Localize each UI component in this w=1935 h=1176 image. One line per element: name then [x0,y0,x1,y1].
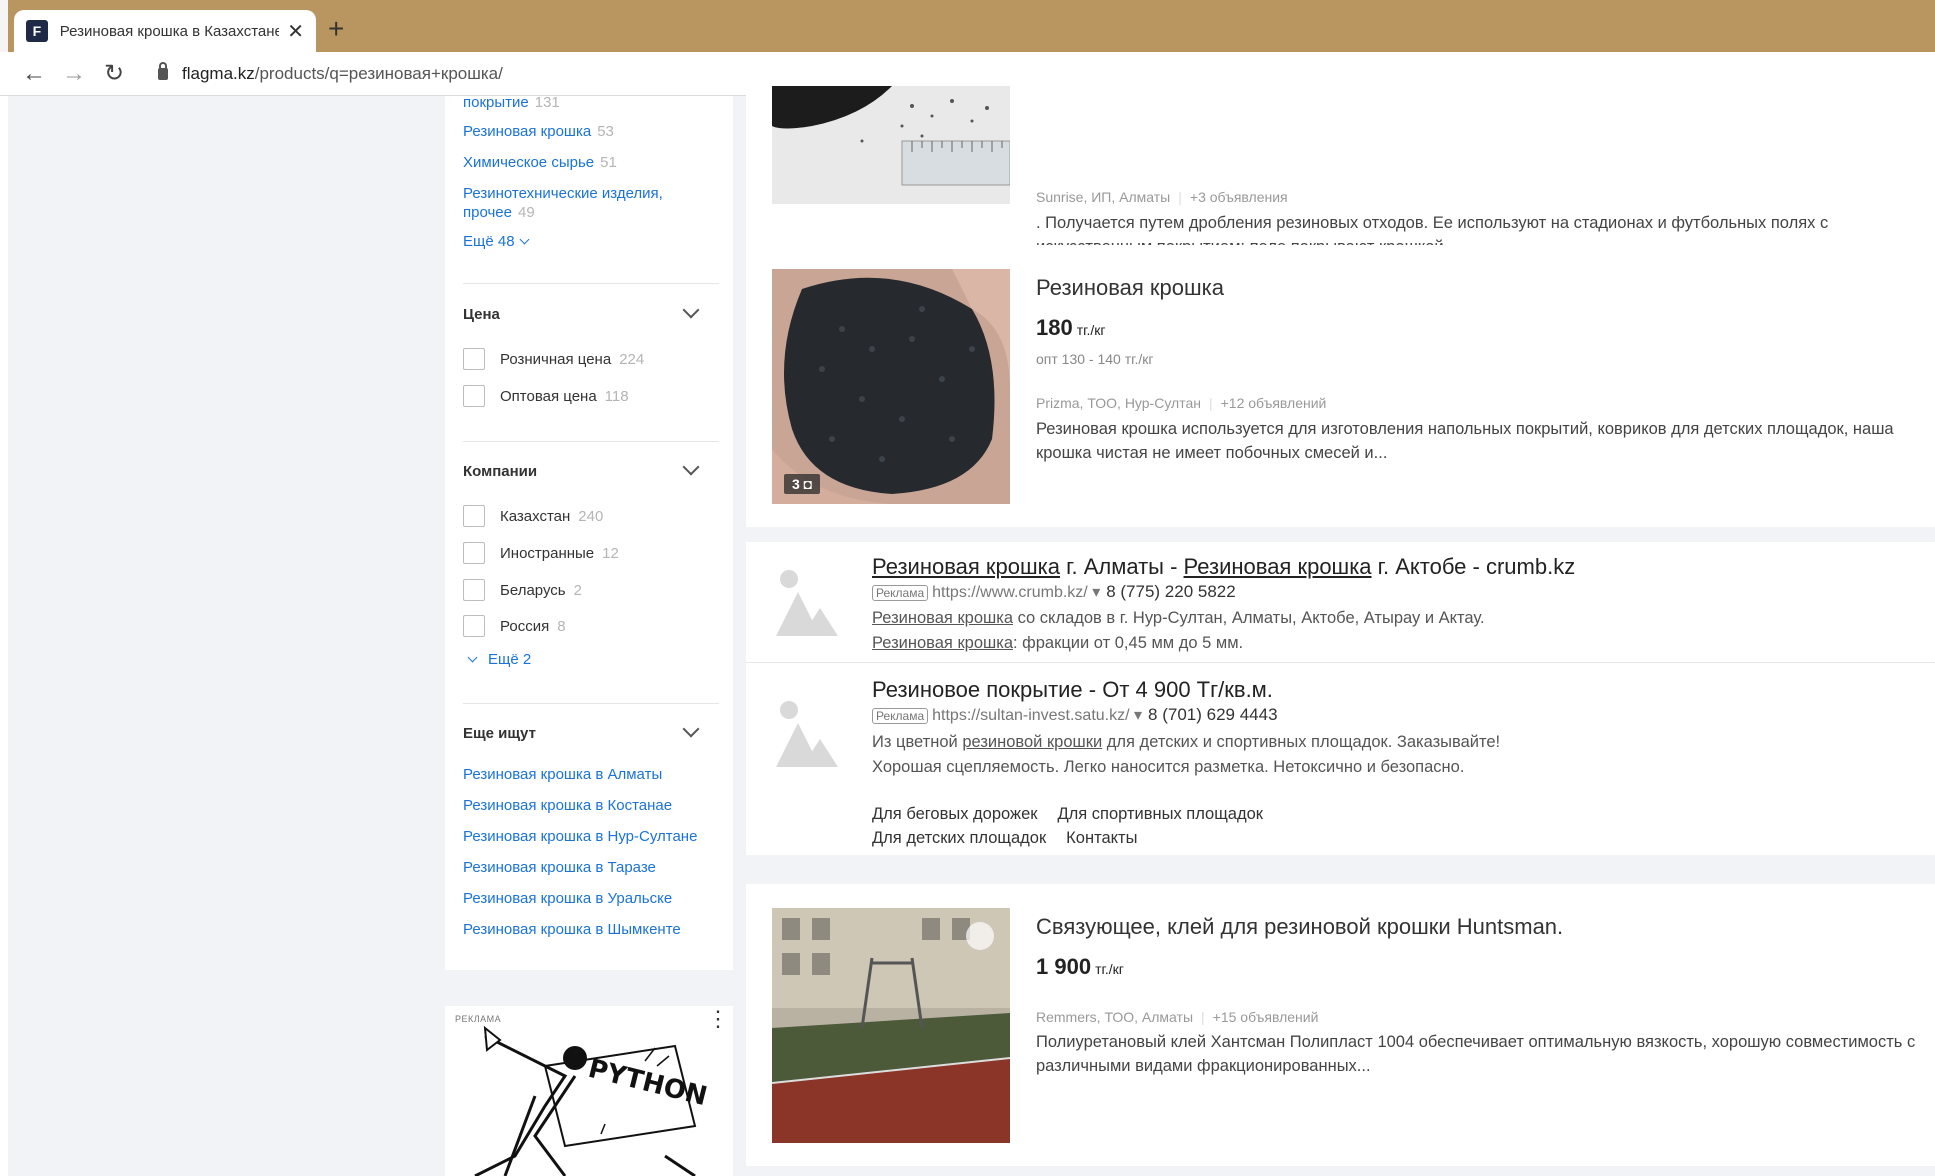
retail-price-checkbox[interactable] [463,348,485,370]
checkbox-label[interactable]: Казахстан 240 [500,508,603,525]
ad-sitelink[interactable]: Для спортивных площадок [1057,805,1263,823]
price-heading[interactable]: Цена [463,306,500,323]
listing-description: Резиновая крошка используется для изгото… [1036,420,1894,462]
ad-url[interactable]: Реклама https://www.crumb.kz/ ▾ 8 (775) 22… [872,582,1236,602]
new-tab-button[interactable]: + [328,14,344,44]
checkbox-label[interactable]: Иностранные 12 [500,545,619,562]
wholesale-price-checkbox[interactable] [463,385,485,407]
ad-text: Из цветной резиновой крошки для детских … [872,733,1501,751]
browser-chrome: F Резиновая крошка в Казахстане ✕ + ← → … [0,0,1935,96]
ad-text: Хорошая сцепляемость. Легко наносится ра… [872,758,1465,776]
seller-info[interactable]: Prizma, ТОО, Нур-Султан | +12 объявлений [1036,395,1326,411]
more-categories-link[interactable]: Ещё 48 [463,233,534,250]
related-search-link[interactable]: Резиновая крошка в Алматы [463,765,662,784]
page-content: покрытие 131 Резиновая крошка 53 Химическо… [0,86,1935,1176]
chevron-down-icon[interactable] [682,720,700,738]
text-ad[interactable]: Резиновая крошка г. Алматы - Резиновая к… [746,542,1935,662]
ad-title-link[interactable]: Резиновое покрытие - От 4 900 Тг/кв.м. [872,677,1273,703]
listing-title[interactable]: Резиновая крошка [1036,275,1224,301]
category-link[interactable]: Химическое сырье 51 [463,153,617,172]
site-favicon-icon: F [26,20,48,42]
url-path: /products/q=резиновая+крошка/ [254,63,503,83]
listing-price: 180 тг./кг [1036,315,1106,340]
listing-card[interactable]: Связующее, клей для резиновой крошки Hun… [746,884,1935,1166]
checkbox-label[interactable]: Беларусь 2 [500,582,582,599]
image-placeholder-icon [776,701,846,771]
russia-checkbox[interactable] [463,615,485,637]
tab-strip: F Резиновая крошка в Казахстане ✕ + [0,0,1935,52]
related-search-link[interactable]: Резиновая крошка в Уральске [463,889,672,908]
belarus-checkbox[interactable] [463,579,485,601]
ad-url[interactable]: Реклама https://sultan-invest.satu.kz/ ▾ 8… [872,705,1278,725]
listing-card[interactable]: 3 ◘ Резиновая крошка 180 тг./кг опт 130 -… [746,245,1935,527]
reload-icon[interactable]: ↻ [94,59,134,88]
checkbox-label[interactable]: Россия 8 [500,618,566,635]
companies-heading[interactable]: Компании [463,463,537,480]
chevron-down-icon[interactable] [682,301,700,319]
chevron-down-icon[interactable] [682,458,700,476]
back-icon[interactable]: ← [14,60,54,88]
filter-sidebar: покрытие 131 Резиновая крошка 53 Химическо… [445,93,733,970]
category-link[interactable]: Резиновая крошка 53 [463,122,614,141]
ad-sitelink[interactable]: Для беговых дорожек [872,805,1037,823]
browser-tab[interactable]: F Резиновая крошка в Казахстане ✕ [14,10,316,52]
address-bar[interactable]: flagma.kz/products/q=резиновая+крошка/ [182,64,503,84]
ad-title-link[interactable]: Резиновая крошка г. Алматы - Резиновая к… [872,554,1575,580]
category-link[interactable]: покрытие 131 [463,93,560,112]
listing-image[interactable]: 3 ◘ [772,269,1010,504]
seller-info[interactable]: Remmers, ТОО, Алматы | +15 объявлений [1036,1009,1318,1025]
image-placeholder-icon [776,570,846,640]
ad-sitelinks-visible: Для беговых дорожек Для спортивных площад… [872,802,1283,850]
seller-info[interactable]: Sunrise, ИП, Алматы | +3 объявления [1036,189,1288,205]
related-search-link[interactable]: Резиновая крошка в Нур-Султане [463,827,697,846]
also-search-heading[interactable]: Еще ищут [463,725,536,742]
listing-image[interactable] [772,86,1010,204]
sidebar-ad-banner[interactable]: РЕКЛАМА ⋮ PYTHON [445,1006,733,1176]
listing-image[interactable] [772,908,1010,1143]
listing-price: 1 900 тг./кг [1036,954,1124,979]
text-ad[interactable]: Резиновое покрытие - От 4 900 Тг/кв.м. Р… [746,663,1935,805]
tab-title: Резиновая крошка в Казахстане [59,22,280,40]
checkbox-label[interactable]: Розничная цена 224 [500,351,644,368]
related-search-link[interactable]: Резиновая крошка в Костанае [463,796,672,815]
kazakhstan-checkbox[interactable] [463,505,485,527]
related-search-link[interactable]: Резиновая крошка в Таразе [463,858,656,877]
photo-count-badge: 3 ◘ [784,474,821,494]
related-search-link[interactable]: Резиновая крошка в Шымкенте [463,920,681,939]
foreign-checkbox[interactable] [463,542,485,564]
close-icon[interactable]: ✕ [287,19,304,44]
url-domain: flagma.kz [182,63,255,83]
ad-sitelink[interactable]: Для детских площадок [872,829,1046,847]
ad-text: Резиновая крошка: фракции от 0,45 мм до … [872,634,1244,652]
lock-icon[interactable] [158,61,168,80]
listing-title[interactable]: Связующее, клей для резиновой крошки Hun… [1036,914,1563,940]
wholesale-price: опт 130 - 140 тг./кг [1036,351,1154,367]
more-companies-link[interactable]: Ещё 2 [463,651,531,668]
category-link[interactable]: Резинотехнические изделия, прочее 49 [463,184,663,222]
listing-description: Полиуретановый клей Хантсман Полипласт 1… [1036,1033,1916,1075]
forward-icon[interactable]: → [54,60,94,88]
ad-sitelink[interactable]: Контакты [1066,829,1137,847]
checkbox-label[interactable]: Оптовая цена 118 [500,388,629,405]
ad-text: Резиновая крошка со складов в г. Нур-Сул… [872,609,1485,627]
